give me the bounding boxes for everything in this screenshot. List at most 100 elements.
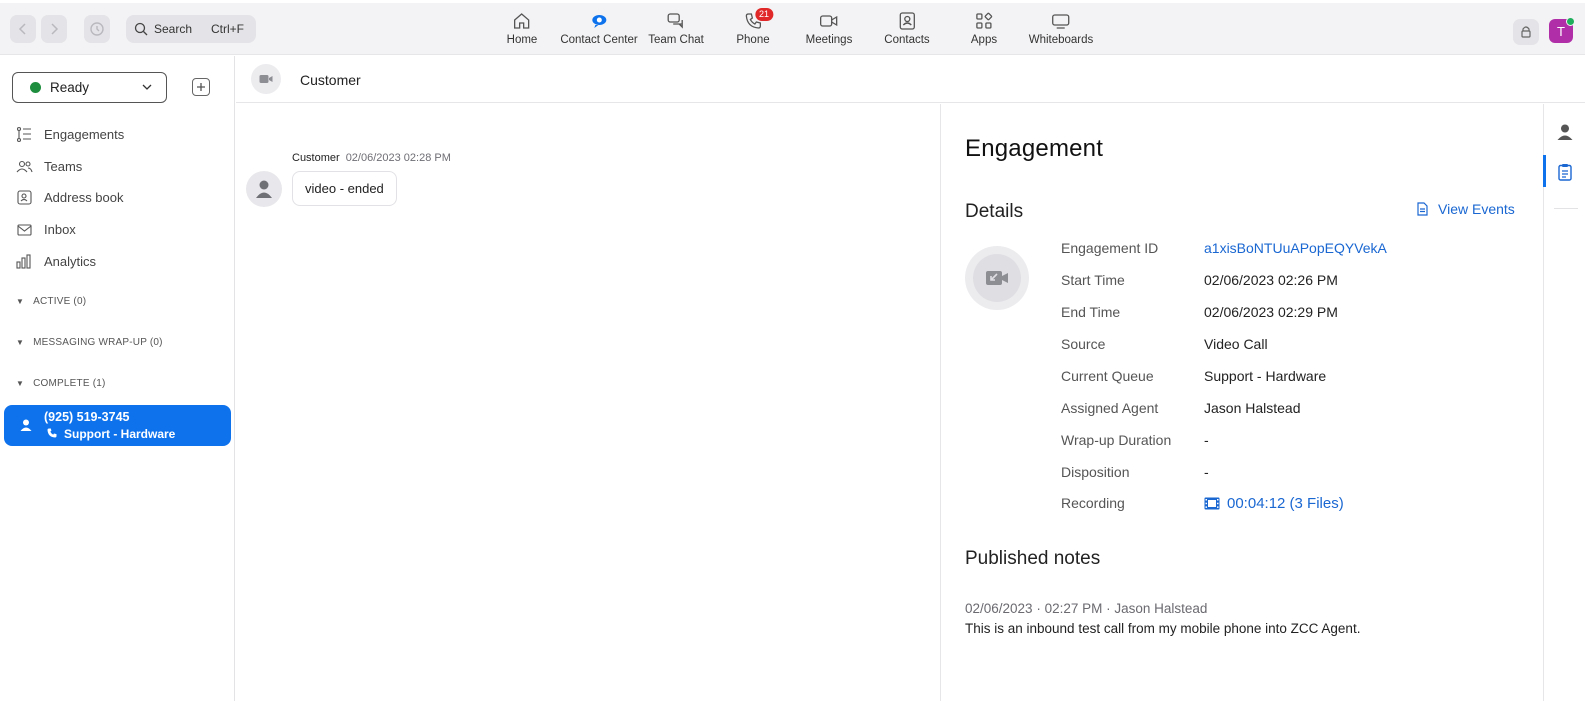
tab-phone-label: Phone (736, 34, 770, 46)
detail-row-disposition: Disposition - (1061, 464, 1209, 480)
history-button[interactable] (84, 15, 110, 43)
conversation-header: Customer (236, 56, 1585, 103)
tab-meetings-label: Meetings (805, 34, 853, 46)
detail-value: Jason Halstead (1204, 400, 1301, 416)
tab-whiteboards-label: Whiteboards (1028, 34, 1094, 46)
sidebar-item-label: Address book (44, 190, 124, 205)
inbox-icon (17, 224, 32, 236)
sidebar-item-teams[interactable]: Teams (16, 158, 82, 175)
tab-team-chat[interactable]: Team Chat (648, 11, 704, 46)
sidebar-item-engagements[interactable]: Engagements (16, 126, 124, 143)
ready-status-dot (30, 82, 41, 93)
engagement-queue: Support - Hardware (64, 427, 176, 441)
search-label: Search (154, 22, 193, 36)
sidebar-item-analytics[interactable]: Analytics (16, 253, 96, 270)
section-complete[interactable]: ▼ COMPLETE (1) (16, 378, 106, 389)
tab-phone[interactable]: 21 Phone (736, 8, 774, 46)
address-book-icon (17, 190, 32, 205)
sender-avatar (246, 171, 282, 207)
channel-avatar-inner (973, 254, 1021, 302)
search-icon (134, 22, 148, 36)
back-button[interactable] (10, 15, 36, 43)
whiteboards-icon (1052, 14, 1070, 29)
tab-apps[interactable]: Apps (971, 11, 997, 46)
video-channel-badge (251, 64, 281, 94)
tab-home-label: Home (506, 34, 538, 46)
add-button[interactable] (192, 78, 210, 96)
selected-indicator (1543, 155, 1546, 187)
chevron-down-icon (142, 82, 152, 93)
tab-contact-center[interactable]: Contact Center (560, 11, 638, 46)
right-rail (1543, 104, 1585, 701)
document-icon (1417, 202, 1428, 216)
status-dropdown[interactable]: Ready (12, 72, 167, 103)
engagement-phone: (925) 519-3745 (44, 410, 130, 424)
clipboard-icon[interactable] (1556, 163, 1574, 181)
detail-row-start-time: Start Time 02/06/2023 02:26 PM (1061, 272, 1338, 288)
history-icon (90, 22, 104, 36)
chevron-left-icon (18, 23, 26, 35)
caret-down-icon: ▼ (16, 379, 25, 388)
recording-label: 00:04:12 (3 Files) (1227, 495, 1344, 512)
detail-row-engagement-id: Engagement ID a1xisBoNTUuAPopEQYVekA (1061, 240, 1387, 256)
message-timestamp: 02/06/2023 02:28 PM (345, 152, 451, 164)
note-meta: 02/06/2023 · 02:27 PM · Jason Halstead (965, 601, 1208, 616)
engagement-id-link[interactable]: a1xisBoNTUuAPopEQYVekA (1204, 240, 1387, 256)
engagements-icon (16, 126, 31, 143)
detail-value: 02/06/2023 02:26 PM (1204, 272, 1338, 288)
film-icon (1204, 497, 1220, 510)
detail-key: Source (1061, 336, 1106, 352)
recording-link[interactable]: 00:04:12 (3 Files) (1204, 495, 1344, 512)
tab-team-chat-label: Team Chat (648, 34, 704, 46)
tab-contacts[interactable]: Contacts (884, 11, 930, 46)
detail-value: Support - Hardware (1204, 368, 1327, 384)
tab-contacts-label: Contacts (884, 34, 930, 46)
sidebar-item-label: Engagements (44, 127, 125, 142)
section-label: MESSAGING WRAP-UP (0) (33, 337, 163, 348)
detail-key: Current Queue (1061, 368, 1154, 384)
message-bubble: video - ended (292, 171, 397, 206)
phone-small-icon (47, 428, 57, 438)
detail-row-end-time: End Time 02/06/2023 02:29 PM (1061, 304, 1338, 320)
message-meta: Customer 02/06/2023 02:28 PM (292, 152, 451, 164)
presence-dot (1566, 17, 1575, 26)
plus-icon (197, 83, 205, 91)
engagement-card[interactable]: (925) 519-3745 Support - Hardware (4, 405, 231, 446)
tab-meetings[interactable]: Meetings (805, 11, 853, 46)
detail-value: - (1204, 432, 1209, 448)
detail-key: Wrap-up Duration (1061, 432, 1172, 448)
profile-icon[interactable] (1556, 123, 1574, 141)
team-chat-icon (667, 13, 683, 29)
sidebar-item-address-book[interactable]: Address book (16, 189, 124, 206)
contact-center-icon (591, 15, 606, 28)
tab-home[interactable]: Home (506, 11, 538, 46)
forward-button[interactable] (41, 15, 67, 43)
video-icon (259, 75, 273, 83)
status-label: Ready (50, 80, 90, 95)
person-icon (256, 180, 272, 198)
panel-title: Engagement (965, 135, 1104, 162)
detail-key: End Time (1061, 304, 1121, 320)
sidebar-item-label: Inbox (44, 222, 76, 237)
section-messaging-wrap-up[interactable]: ▼ MESSAGING WRAP-UP (0) (16, 337, 163, 348)
view-events-link[interactable]: View Events (1415, 201, 1515, 217)
section-label: COMPLETE (1) (33, 378, 106, 389)
phone-badge: 21 (754, 8, 774, 21)
details-heading: Details (965, 201, 1024, 222)
privacy-button[interactable] (1513, 19, 1539, 45)
section-active[interactable]: ▼ ACTIVE (0) (16, 296, 86, 307)
detail-row-assigned-agent: Assigned Agent Jason Halstead (1061, 400, 1301, 416)
search-box[interactable]: Search Ctrl+F (126, 15, 256, 43)
message-sender: Customer (292, 152, 340, 164)
tab-whiteboards[interactable]: Whiteboards (1028, 11, 1094, 46)
engagement-panel: Engagement Details View Events Engagemen… (942, 104, 1542, 701)
note-text: This is an inbound test call from my mob… (965, 621, 1361, 636)
detail-key: Recording (1061, 495, 1125, 511)
chat-area: Customer 02/06/2023 02:28 PM video - ende… (236, 104, 941, 701)
detail-row-current-queue: Current Queue Support - Hardware (1061, 368, 1326, 384)
teams-icon (16, 160, 33, 173)
rail-divider (1554, 208, 1578, 209)
sidebar-item-label: Analytics (44, 254, 97, 269)
sidebar-item-inbox[interactable]: Inbox (16, 221, 76, 238)
privacy-icon (1521, 26, 1531, 38)
